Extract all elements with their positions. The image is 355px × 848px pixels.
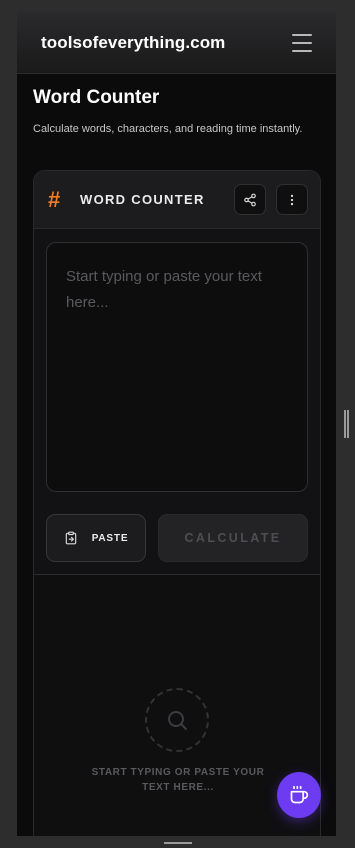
empty-state-text: START TYPING OR PASTE YOUR TEXT HERE... xyxy=(91,767,265,793)
calculate-button[interactable]: CALCULATE xyxy=(158,514,308,562)
paste-button[interactable]: PASTE xyxy=(46,514,146,562)
search-icon xyxy=(168,711,187,730)
clipboard-icon xyxy=(65,531,76,545)
text-input[interactable] xyxy=(46,242,308,492)
window-frame-left xyxy=(0,0,17,848)
page-subtitle: Calculate words, characters, and reading… xyxy=(33,123,303,135)
menu-icon[interactable] xyxy=(292,33,312,52)
card-title: WORD COUNTER xyxy=(80,192,205,207)
calculate-label: CALCULATE xyxy=(184,531,282,545)
site-header: toolsofeverything.com xyxy=(17,12,336,74)
page-title: Word Counter xyxy=(33,87,160,108)
coffee-icon xyxy=(290,785,309,804)
action-buttons: PASTE CALCULATE xyxy=(46,514,308,562)
more-options-button[interactable] xyxy=(276,184,308,215)
bottom-resize-handle[interactable] xyxy=(164,842,192,844)
resize-handle[interactable] xyxy=(344,410,349,438)
more-vertical-icon xyxy=(290,194,294,205)
mobile-viewport: toolsofeverything.com Word Counter Calcu… xyxy=(17,12,336,836)
coffee-button[interactable] xyxy=(277,772,321,818)
card-header: # WORD COUNTER xyxy=(34,171,320,229)
site-brand[interactable]: toolsofeverything.com xyxy=(41,33,225,53)
paste-label: PASTE xyxy=(91,532,129,544)
word-counter-card: # WORD COUNTER Start typing or paste you… xyxy=(33,170,321,836)
share-button[interactable] xyxy=(234,184,266,215)
hash-icon: # xyxy=(48,186,61,212)
window-frame-top xyxy=(0,0,355,12)
empty-state-ring xyxy=(145,688,209,752)
share-icon xyxy=(244,193,256,206)
